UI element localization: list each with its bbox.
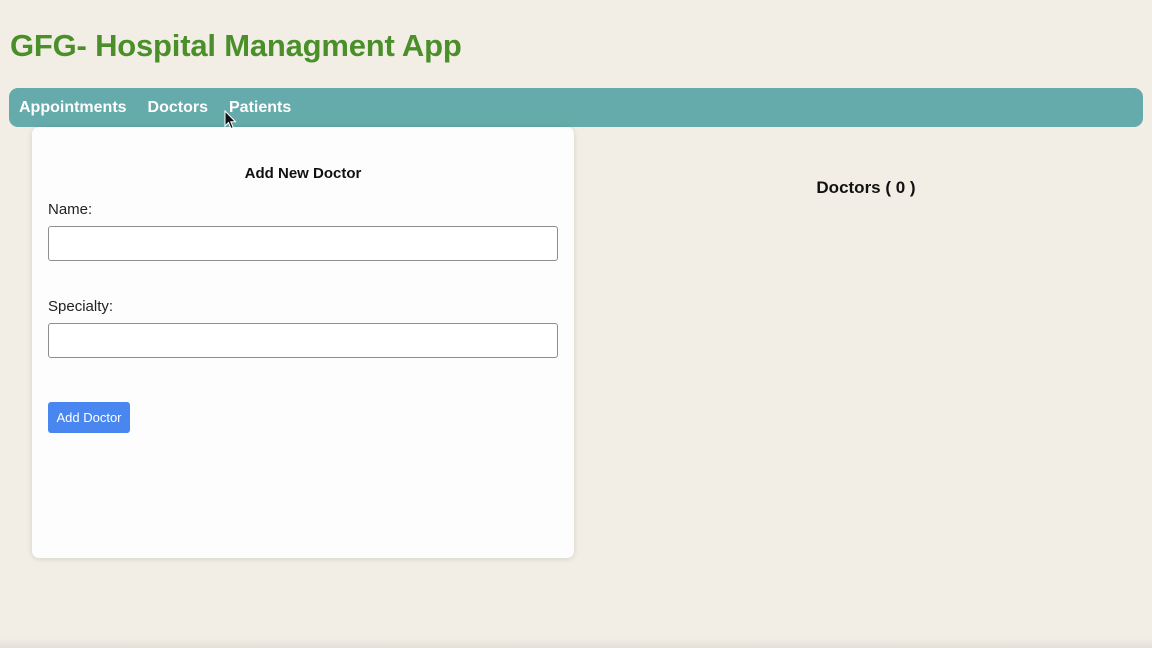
doctors-count-heading: Doctors ( 0 ) (816, 178, 916, 197)
nav-item-patients[interactable]: Patients (229, 99, 291, 117)
specialty-input[interactable] (48, 323, 558, 358)
nav-item-appointments[interactable]: Appointments (19, 99, 127, 117)
bottom-edge-shadow (0, 638, 1152, 648)
navbar: Appointments Doctors Patients (9, 88, 1143, 127)
add-doctor-button[interactable]: Add Doctor (48, 402, 130, 433)
name-input[interactable] (48, 226, 558, 261)
mouse-pointer-icon (224, 110, 237, 130)
name-label: Name: (48, 201, 93, 218)
specialty-label: Specialty: (48, 298, 114, 315)
app-title: GFG- Hospital Managment App (10, 28, 462, 63)
form-heading: Add New Doctor (244, 165, 362, 182)
add-doctor-form: Add New Doctor Name: Specialty: Add Doct… (32, 127, 574, 558)
nav-item-doctors[interactable]: Doctors (148, 99, 208, 117)
